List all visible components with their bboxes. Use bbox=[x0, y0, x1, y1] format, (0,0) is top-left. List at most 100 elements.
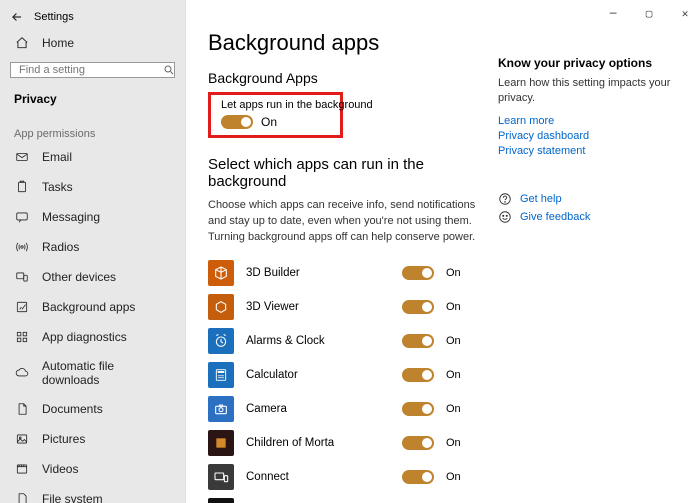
background-apps-icon bbox=[14, 299, 30, 315]
close-button[interactable]: ✕ bbox=[676, 4, 694, 22]
sidebar-item-app-diagnostics[interactable]: App diagnostics bbox=[0, 322, 185, 352]
apps-section-desc: Choose which apps can receive info, send… bbox=[208, 198, 476, 246]
sidebar: Settings Home Privacy App permissions Em… bbox=[0, 0, 186, 503]
app-toggle[interactable] bbox=[402, 266, 434, 280]
sidebar-item-pictures[interactable]: Pictures bbox=[0, 424, 185, 454]
minimize-button[interactable]: ─ bbox=[604, 4, 622, 22]
app-icon bbox=[208, 328, 234, 354]
section-subtitle: Background Apps bbox=[208, 70, 476, 86]
app-toggle[interactable] bbox=[402, 402, 434, 416]
app-toggle-state: On bbox=[446, 403, 476, 415]
sidebar-item-label: Home bbox=[42, 36, 74, 50]
give-feedback-link[interactable]: Give feedback bbox=[498, 210, 688, 224]
main-content: Background apps Background Apps Let apps… bbox=[208, 12, 476, 503]
link-privacy-dashboard[interactable]: Privacy dashboard bbox=[498, 130, 688, 142]
file-system-icon bbox=[14, 491, 30, 503]
master-toggle-label: Let apps run in the background bbox=[221, 99, 330, 111]
app-icon bbox=[208, 294, 234, 320]
sidebar-item-label: Email bbox=[42, 150, 72, 164]
maximize-button[interactable]: ▢ bbox=[640, 4, 658, 22]
app-row: Connect On bbox=[208, 464, 476, 490]
master-toggle-state: On bbox=[261, 115, 277, 129]
app-icon bbox=[208, 396, 234, 422]
sidebar-item-tasks[interactable]: Tasks bbox=[0, 172, 185, 202]
search-field[interactable] bbox=[17, 63, 163, 77]
app-row: Dolby AccessOn bbox=[208, 498, 476, 503]
app-toggle-state: On bbox=[446, 335, 476, 347]
app-row: CalculatorOn bbox=[208, 362, 476, 388]
sidebar-item-label: Automatic file downloads bbox=[42, 359, 171, 387]
home-icon bbox=[14, 35, 30, 51]
app-toggle[interactable] bbox=[402, 436, 434, 450]
devices-icon bbox=[14, 269, 30, 285]
app-toggle-state: On bbox=[446, 471, 476, 483]
feedback-icon bbox=[498, 210, 512, 224]
app-toggle-state: On bbox=[446, 267, 476, 279]
sidebar-item-label: Pictures bbox=[42, 432, 85, 446]
pictures-icon bbox=[14, 431, 30, 447]
sidebar-item-background-apps[interactable]: Background apps bbox=[0, 292, 185, 322]
back-icon[interactable] bbox=[10, 10, 24, 24]
app-row: 3D Builder On bbox=[208, 260, 476, 286]
window-title: Settings bbox=[34, 11, 74, 23]
sidebar-item-documents[interactable]: Documents bbox=[0, 394, 185, 424]
sidebar-item-label: Documents bbox=[42, 402, 103, 416]
master-toggle-highlight: Let apps run in the background On bbox=[208, 92, 343, 138]
give-feedback-label: Give feedback bbox=[520, 211, 590, 223]
app-icon bbox=[208, 498, 234, 503]
sidebar-item-auto-downloads[interactable]: Automatic file downloads bbox=[0, 352, 185, 394]
get-help-label: Get help bbox=[520, 193, 562, 205]
link-learn-more[interactable]: Learn more bbox=[498, 115, 688, 127]
sidebar-item-label: Radios bbox=[42, 240, 79, 254]
app-icon bbox=[208, 260, 234, 286]
cloud-download-icon bbox=[14, 365, 30, 381]
sidebar-item-messaging[interactable]: Messaging bbox=[0, 202, 185, 232]
app-row: 3D ViewerOn bbox=[208, 294, 476, 320]
link-privacy-statement[interactable]: Privacy statement bbox=[498, 145, 688, 157]
app-name: Children of Morta bbox=[246, 437, 390, 449]
search-input[interactable] bbox=[10, 62, 175, 78]
messaging-icon bbox=[14, 209, 30, 225]
app-name: 3D Builder bbox=[246, 267, 390, 279]
page-title: Background apps bbox=[208, 30, 476, 56]
privacy-options-text: Learn how this setting impacts your priv… bbox=[498, 76, 688, 107]
sidebar-group-label: App permissions bbox=[0, 110, 185, 142]
sidebar-item-label: Other devices bbox=[42, 270, 116, 284]
app-row: Camera On bbox=[208, 396, 476, 422]
app-name: Camera bbox=[246, 403, 390, 415]
app-toggle[interactable] bbox=[402, 300, 434, 314]
app-name: Alarms & Clock bbox=[246, 335, 390, 347]
sidebar-item-home[interactable]: Home bbox=[0, 28, 185, 58]
privacy-options-title: Know your privacy options bbox=[498, 56, 688, 70]
sidebar-item-radios[interactable]: Radios bbox=[0, 232, 185, 262]
app-name: Connect bbox=[246, 471, 390, 483]
app-toggle-state: On bbox=[446, 369, 476, 381]
app-toggle[interactable] bbox=[402, 368, 434, 382]
sidebar-item-label: Messaging bbox=[42, 210, 100, 224]
sidebar-item-label: File system bbox=[42, 492, 103, 503]
sidebar-item-label: Tasks bbox=[42, 180, 73, 194]
help-icon bbox=[498, 192, 512, 206]
sidebar-item-label: Videos bbox=[42, 462, 78, 476]
app-list: 3D BuilderOn3D ViewerOnAlarms & ClockOnC… bbox=[208, 260, 476, 503]
sidebar-section-header: Privacy bbox=[0, 86, 185, 110]
app-toggle[interactable] bbox=[402, 470, 434, 484]
sidebar-item-label: App diagnostics bbox=[42, 330, 127, 344]
app-row: Alarms & Clock On bbox=[208, 328, 476, 354]
documents-icon bbox=[14, 401, 30, 417]
right-pane: Know your privacy options Learn how this… bbox=[498, 12, 688, 503]
master-toggle[interactable] bbox=[221, 115, 253, 129]
sidebar-item-email[interactable]: Email bbox=[0, 142, 185, 172]
app-row: Children of MortaOn bbox=[208, 430, 476, 456]
app-name: 3D Viewer bbox=[246, 301, 390, 313]
get-help-link[interactable]: Get help bbox=[498, 192, 688, 206]
app-toggle[interactable] bbox=[402, 334, 434, 348]
email-icon bbox=[14, 149, 30, 165]
app-icon bbox=[208, 464, 234, 490]
sidebar-item-videos[interactable]: Videos bbox=[0, 454, 185, 484]
sidebar-item-other-devices[interactable]: Other devices bbox=[0, 262, 185, 292]
diagnostics-icon bbox=[14, 329, 30, 345]
sidebar-item-file-system[interactable]: File system bbox=[0, 484, 185, 503]
radios-icon bbox=[14, 239, 30, 255]
tasks-icon bbox=[14, 179, 30, 195]
